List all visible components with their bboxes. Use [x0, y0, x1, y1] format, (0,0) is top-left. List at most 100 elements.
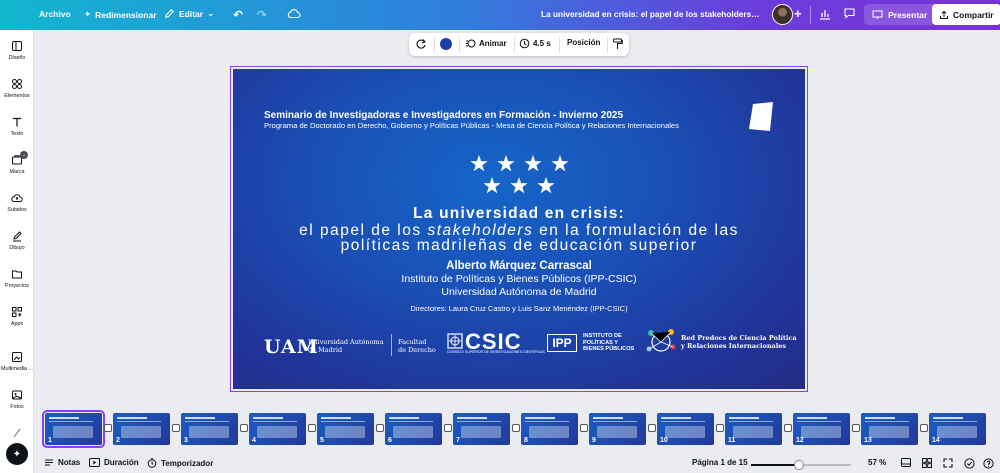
slide-thumbnail[interactable]: 9	[589, 413, 646, 445]
shapes-icon	[12, 79, 22, 89]
background-color-swatch[interactable]	[440, 38, 452, 50]
editar-menu[interactable]: Editar ⌄	[164, 8, 214, 19]
comment-icon[interactable]	[843, 7, 856, 22]
transition-icon[interactable]	[512, 424, 520, 432]
archivo-menu[interactable]: Archivo	[39, 9, 71, 19]
directors-text[interactable]: Directores: Laura Cruz Castro y Luis San…	[233, 304, 805, 313]
slide-thumbnail[interactable]: 11	[725, 413, 782, 445]
temporizador-button[interactable]: Temporizador	[147, 458, 213, 468]
posicion-button[interactable]: Posición	[567, 38, 600, 47]
sidebar-item-marca[interactable]: ⌄ Marca	[0, 151, 34, 175]
fullscreen-icon[interactable]	[943, 458, 953, 468]
transition-icon[interactable]	[104, 424, 112, 432]
grid-view-icon[interactable]	[922, 458, 932, 468]
sidebar-item-subidos[interactable]: Subidos	[0, 192, 34, 213]
sidebar-item-apps[interactable]: Apps	[0, 306, 34, 327]
redimensionar-button[interactable]: ✦ Redimensionar	[84, 9, 157, 20]
slide-canvas[interactable]: Seminario de Investigadoras e Investigad…	[233, 69, 805, 389]
slide-thumbnail[interactable]: 7	[453, 413, 510, 445]
avatar[interactable]	[772, 4, 793, 25]
transition-icon[interactable]	[172, 424, 180, 432]
title-line-3[interactable]: políticas madrileñas de educación superi…	[233, 237, 805, 255]
sidebar-more-icon[interactable]	[0, 427, 34, 439]
sidebar-item-proyectos[interactable]: Proyectos	[0, 268, 34, 289]
color-circle	[440, 38, 452, 50]
sidebar-item-fotos[interactable]: Fotos	[0, 389, 34, 410]
slide-thumbnail[interactable]: 12	[793, 413, 850, 445]
slide-thumbnail[interactable]: 8	[521, 413, 578, 445]
magic-assistant-button[interactable]: ✦	[6, 443, 28, 465]
slide-thumbnail[interactable]: 4	[249, 413, 306, 445]
csic-mark-icon[interactable]	[447, 333, 463, 349]
presentar-button[interactable]: Presentar	[864, 4, 936, 25]
paint-roller-icon[interactable]	[612, 38, 623, 50]
page-indicator[interactable]: Página 1 de 15	[692, 458, 748, 467]
slide-thumbnail[interactable]: 13	[861, 413, 918, 445]
insights-chart-icon[interactable]	[817, 6, 833, 22]
sidebar-label: Marca	[9, 169, 25, 175]
slide-thumbnail[interactable]: 3	[181, 413, 238, 445]
transition-icon[interactable]	[308, 424, 316, 432]
thumb-text-line	[865, 421, 909, 422]
ipp-logo-text: INSTITUTO DE POLÍTICAS Y BIENES PÚBLICOS	[583, 333, 634, 353]
ipp-logo[interactable]: IPP	[547, 334, 577, 352]
page-grid-icon[interactable]	[901, 458, 911, 467]
sidebar-item-texto[interactable]: Texto	[0, 116, 34, 137]
redimensionar-label: Redimensionar	[95, 9, 157, 20]
sidebar-item-diseno[interactable]: Diseño	[0, 40, 34, 61]
transition-icon[interactable]	[376, 424, 384, 432]
sidebar-label: Dibujo	[9, 245, 25, 251]
duration-button[interactable]: 4.5 s	[519, 38, 551, 49]
toolbar-divider	[559, 37, 560, 52]
institute-name[interactable]: Instituto de Políticas y Bienes Públicos…	[233, 273, 805, 285]
add-collaborator-icon[interactable]: +	[794, 6, 802, 21]
author-name[interactable]: Alberto Márquez Carrascal	[233, 260, 805, 272]
transition-icon[interactable]	[580, 424, 588, 432]
seminar-heading[interactable]: Seminario de Investigadoras e Investigad…	[264, 110, 623, 121]
slide-thumbnail[interactable]: 6	[385, 413, 442, 445]
slide-thumbnail[interactable]: 14	[929, 413, 986, 445]
sidebar-item-elementos[interactable]: Elementos	[0, 78, 34, 99]
sidebar-label: Multimedia ...	[0, 366, 34, 372]
document-title[interactable]: La universidad en crisis: el papel de lo…	[541, 9, 761, 19]
notas-button[interactable]: Notas	[44, 458, 80, 467]
sidebar-item-dibujo[interactable]: Dibujo	[0, 230, 34, 251]
magic-switch-icon[interactable]	[415, 38, 427, 50]
compartir-button[interactable]: Compartir	[932, 4, 1000, 25]
thumb-title-line	[253, 417, 283, 419]
sidebar-label: Proyectos	[5, 283, 29, 289]
madrid-stars-icon[interactable]	[465, 153, 575, 197]
program-subheading[interactable]: Programa de Doctorado en Derecho, Gobier…	[264, 121, 679, 130]
slide-thumbnail[interactable]: 5	[317, 413, 374, 445]
slide-number: 2	[116, 437, 120, 444]
university-name[interactable]: Universidad Autónoma de Madrid	[233, 286, 805, 298]
undo-icon[interactable]: ↶	[233, 8, 243, 22]
transition-icon[interactable]	[240, 424, 248, 432]
madrid-flag-logo[interactable]	[749, 102, 773, 131]
slide-number: 3	[184, 437, 188, 444]
zoom-percentage[interactable]: 57 %	[868, 458, 886, 467]
slide-thumbnail[interactable]: 1	[42, 410, 105, 448]
redo-icon[interactable]: ↷	[257, 8, 267, 22]
transition-icon[interactable]	[716, 424, 724, 432]
thumb-content-block	[665, 426, 705, 438]
transition-icon[interactable]	[784, 424, 792, 432]
cloud-saved-icon[interactable]	[287, 8, 301, 22]
slide-thumbnail[interactable]: 2	[113, 413, 170, 445]
transition-icon[interactable]	[920, 424, 928, 432]
zoom-slider[interactable]	[751, 460, 851, 470]
sidebar-item-multimedia[interactable]: Multimedia ...	[0, 351, 34, 372]
duracion-button[interactable]: Duración	[89, 458, 139, 467]
fac-line-2: de Derecho	[398, 346, 436, 354]
zoom-slider-handle[interactable]	[793, 460, 804, 470]
transition-icon[interactable]	[648, 424, 656, 432]
red-predocs-network-icon[interactable]	[645, 327, 677, 355]
transition-icon[interactable]	[852, 424, 860, 432]
title-line-1[interactable]: La universidad en crisis:	[233, 205, 805, 223]
help-icon[interactable]	[983, 458, 994, 469]
slide-number: 1	[48, 437, 52, 444]
transition-icon[interactable]	[444, 424, 452, 432]
animar-button[interactable]: Animar	[465, 38, 507, 49]
slide-thumbnail[interactable]: 10	[657, 413, 714, 445]
check-status-icon[interactable]	[964, 458, 975, 469]
